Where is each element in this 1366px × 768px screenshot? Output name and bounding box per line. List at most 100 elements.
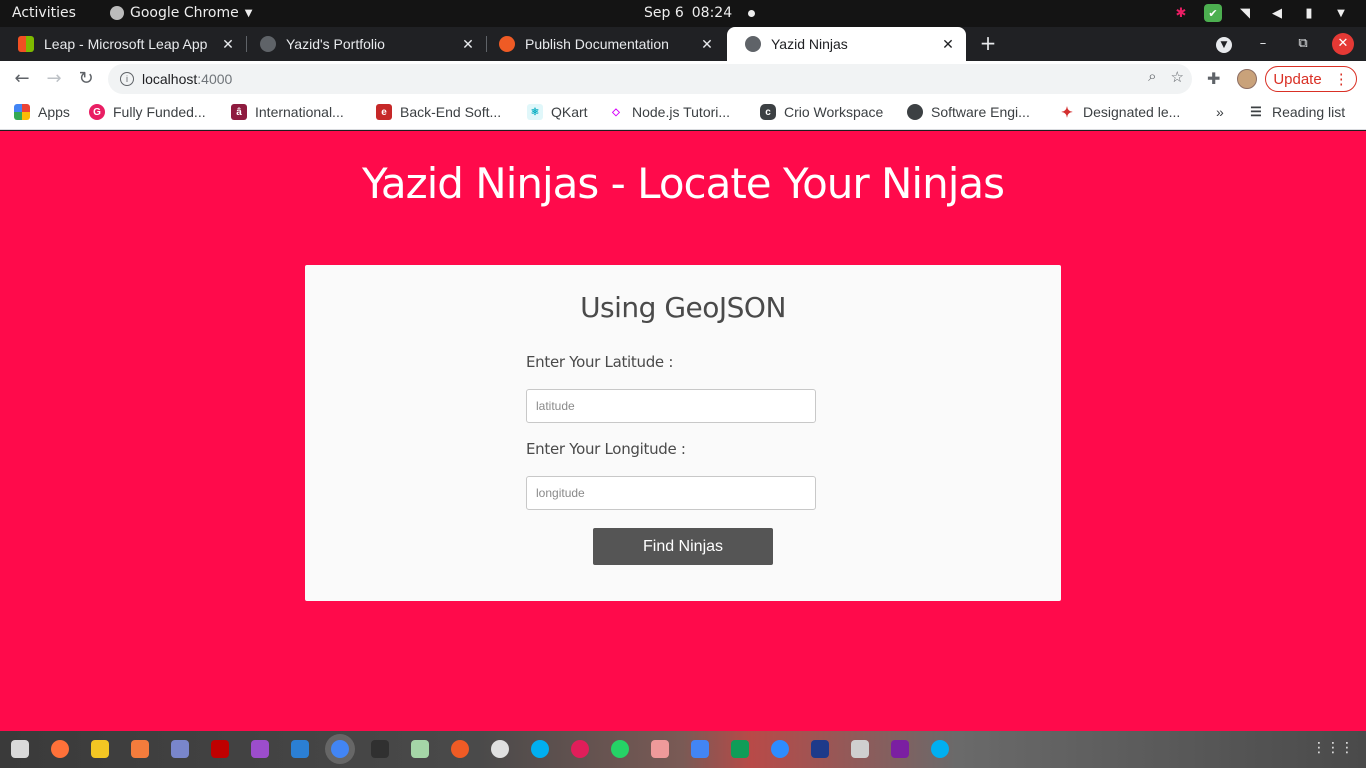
tab-title: Publish Documentation (525, 36, 669, 52)
bookmark-apps[interactable]: Apps (14, 104, 70, 120)
tab-portfolio[interactable]: Yazid's Portfolio ✕ (242, 27, 486, 61)
web-page: Yazid Ninjas - Locate Your Ninjas Using … (0, 131, 1366, 731)
tab-yazid-ninjas[interactable]: Yazid Ninjas ✕ (727, 27, 966, 61)
sheets-icon[interactable] (731, 740, 749, 758)
terminal-icon[interactable] (371, 740, 389, 758)
filezilla-icon[interactable] (211, 740, 229, 758)
find-ninjas-button[interactable]: Find Ninjas (593, 528, 773, 565)
book-reader-icon[interactable] (851, 740, 869, 758)
update-label: Update (1273, 70, 1322, 88)
bookmark-star-icon[interactable]: ☆ (1171, 68, 1184, 86)
tab-search-button[interactable]: ▼ (1213, 33, 1235, 55)
close-icon[interactable]: ✕ (699, 36, 715, 53)
double-chevron-right-icon: » (1216, 104, 1224, 120)
bookmark-fully-funded[interactable]: G Fully Funded... (89, 104, 206, 120)
chrome-icon[interactable] (331, 740, 349, 758)
vscode-icon[interactable] (291, 740, 309, 758)
slack-icon[interactable] (571, 740, 589, 758)
bookmark-label: QKart (551, 104, 588, 120)
extensions-puzzle-icon[interactable]: ✚ (1207, 69, 1220, 88)
show-applications-icon[interactable]: ⋮⋮⋮ (1312, 740, 1354, 756)
react-icon: ⚛ (527, 104, 543, 120)
video-player-icon[interactable] (251, 740, 269, 758)
skype-icon[interactable] (531, 740, 549, 758)
bookmark-international[interactable]: â International... (231, 104, 344, 120)
zoom-icon[interactable] (771, 740, 789, 758)
bookmarks-bar: Apps G Fully Funded... â International..… (0, 97, 1366, 130)
longitude-label: Enter Your Longitude : (526, 440, 686, 458)
activities-button[interactable]: Activities (12, 5, 76, 21)
postman-icon[interactable] (451, 740, 469, 758)
bookmark-designated[interactable]: ✦ Designated le... (1059, 104, 1180, 121)
latitude-label: Enter Your Latitude : (526, 353, 674, 371)
university-icon: â (231, 104, 247, 120)
reading-list-button[interactable]: ☰ Reading list (1248, 104, 1345, 120)
photoshop-icon[interactable] (811, 740, 829, 758)
profile-avatar[interactable] (1237, 69, 1257, 89)
image-viewer-icon[interactable] (411, 740, 429, 758)
latitude-input[interactable] (526, 389, 816, 423)
app-menu[interactable]: Google Chrome ▼ (110, 5, 252, 21)
bookmark-nodejs[interactable]: ◇ Node.js Tutori... (608, 104, 730, 120)
power-menu-icon[interactable]: ▼ (1332, 4, 1350, 22)
close-window-button[interactable]: ✕ (1332, 33, 1354, 55)
docs-icon[interactable] (691, 740, 709, 758)
minimize-button[interactable]: – (1252, 33, 1274, 55)
forward-button[interactable]: → (42, 68, 66, 92)
files-icon[interactable] (11, 740, 29, 758)
close-icon[interactable]: ✕ (940, 36, 956, 53)
rhythmbox-icon[interactable] (91, 740, 109, 758)
url-port: :4000 (197, 71, 233, 87)
firefox-icon[interactable] (51, 740, 69, 758)
clock-time: 08:24 (691, 5, 733, 21)
tab-title: Yazid's Portfolio (286, 36, 385, 52)
system-tray[interactable]: ✱ ✔ ◥ ◀ ▮ ▼ (1172, 4, 1350, 22)
update-tray-icon[interactable]: ✔ (1204, 4, 1222, 22)
volume-icon[interactable]: ◀ (1268, 4, 1286, 22)
url-host: localhost (142, 71, 198, 87)
bookmark-label: International... (255, 104, 344, 120)
battery-icon[interactable]: ▮ (1300, 4, 1318, 22)
obs-icon[interactable] (491, 740, 509, 758)
whatsapp-icon[interactable] (611, 740, 629, 758)
microsoft-icon (18, 36, 34, 52)
more-menu-icon: ⋮ (1333, 71, 1349, 88)
slack-tray-icon[interactable]: ✱ (1172, 4, 1190, 22)
site-info-icon[interactable]: i (120, 72, 134, 86)
clock[interactable]: Sep 6 08:24 (644, 5, 756, 21)
reload-button[interactable]: ↻ (74, 68, 98, 92)
bookmark-crio[interactable]: c Crio Workspace (760, 104, 883, 120)
bookmark-back-end[interactable]: e Back-End Soft... (376, 104, 501, 120)
globe-icon (907, 104, 923, 120)
tab-title: Leap - Microsoft Leap App (44, 36, 208, 52)
tab-publish-docs[interactable]: Publish Documentation ✕ (481, 27, 725, 61)
back-button[interactable]: ← (10, 68, 34, 92)
new-tab-button[interactable]: + (976, 32, 1000, 56)
video-editor-icon[interactable] (891, 740, 909, 758)
bookmark-label: Node.js Tutori... (632, 104, 731, 120)
longitude-input[interactable] (526, 476, 816, 510)
bookmark-software-eng[interactable]: Software Engi... (907, 104, 1030, 120)
tab-leap[interactable]: Leap - Microsoft Leap App ✕ (0, 27, 246, 61)
wifi-icon[interactable]: ◥ (1236, 4, 1254, 22)
address-bar[interactable]: i localhost:4000 ⌕ ☆ (108, 64, 1192, 94)
bookmark-qkart[interactable]: ⚛ QKart (527, 104, 588, 120)
crio-icon: c (760, 104, 776, 120)
e-icon: e (376, 104, 392, 120)
bookmarks-overflow-button[interactable]: » (1216, 104, 1224, 120)
chevron-down-icon: ▼ (1216, 37, 1232, 53)
close-icon[interactable]: ✕ (460, 36, 476, 53)
settings-icon[interactable] (171, 740, 189, 758)
app-menu-label: Google Chrome (130, 5, 239, 21)
maximize-button[interactable]: ⧉ (1292, 33, 1314, 55)
globe-icon (260, 36, 276, 52)
update-button[interactable]: Update ⋮ (1265, 66, 1357, 92)
bookmark-label: Fully Funded... (113, 104, 206, 120)
skype-alt-icon[interactable] (931, 740, 949, 758)
zoom-icon[interactable]: ⌕ (1148, 68, 1156, 86)
document-scanner-icon[interactable] (651, 740, 669, 758)
software-center-icon[interactable] (131, 740, 149, 758)
chrome-icon (110, 6, 124, 20)
postman-icon (499, 36, 515, 52)
close-icon[interactable]: ✕ (220, 36, 236, 53)
